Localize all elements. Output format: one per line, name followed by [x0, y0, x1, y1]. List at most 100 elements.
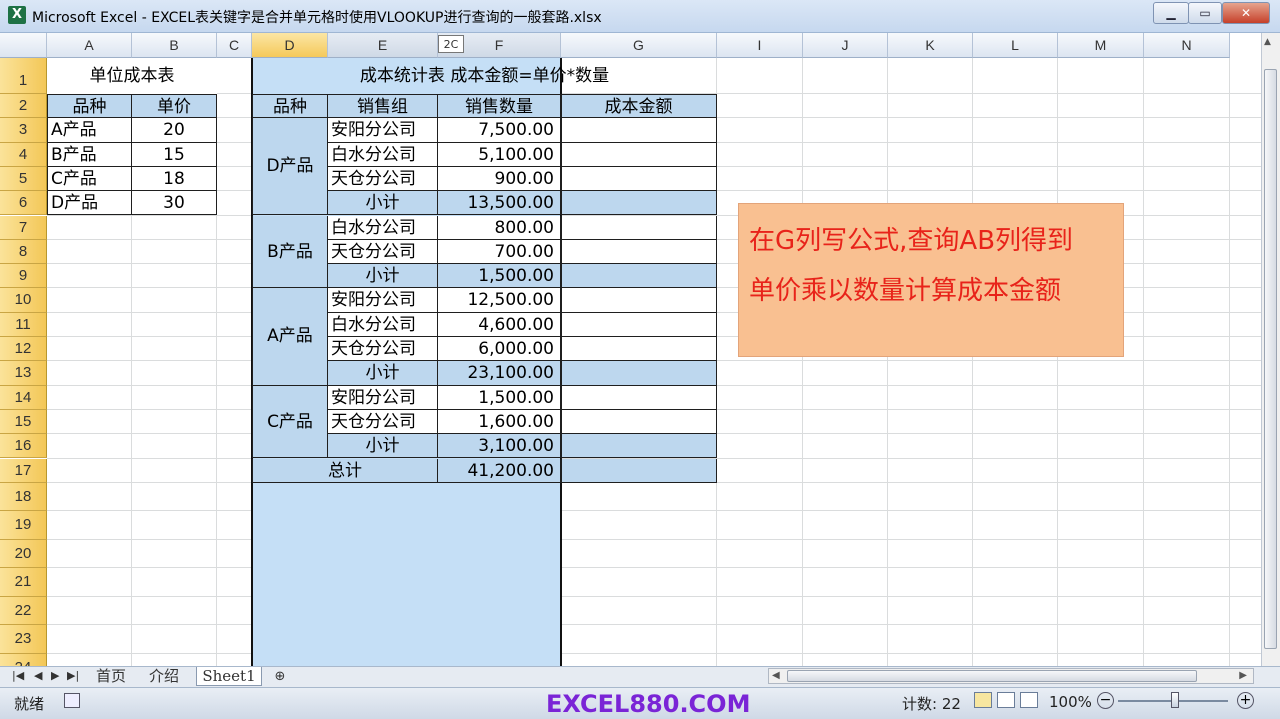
row-header-13[interactable]: 13 — [0, 361, 47, 386]
close-button[interactable]: ✕ — [1222, 2, 1270, 24]
column-header-n[interactable]: N — [1144, 33, 1230, 58]
row-header-3[interactable]: 3 — [0, 118, 47, 143]
column-header-i[interactable]: I — [717, 33, 803, 58]
row-header-15[interactable]: 15 — [0, 409, 47, 435]
subtotal-value[interactable]: 23,100.00 — [438, 361, 561, 386]
row-header-19[interactable]: 19 — [0, 511, 47, 540]
horizontal-scroll-thumb[interactable] — [787, 670, 1197, 682]
row-header-6[interactable]: 6 — [0, 191, 47, 216]
last-sheet-icon[interactable]: ▶| — [67, 669, 79, 682]
column-header-d[interactable]: D — [252, 33, 328, 58]
row-header-8[interactable]: 8 — [0, 239, 47, 265]
sales-qty-cell[interactable]: 900.00 — [438, 166, 561, 192]
row-header-14[interactable]: 14 — [0, 385, 47, 410]
cost-amount-cell[interactable] — [561, 288, 717, 313]
macro-record-icon[interactable] — [64, 693, 80, 708]
insert-sheet-icon[interactable]: ⊕ — [266, 667, 294, 686]
sales-group-cell[interactable]: 安阳分公司 — [328, 385, 438, 410]
sales-group-cell[interactable]: 天仓分公司 — [328, 239, 438, 265]
normal-view-icon[interactable] — [974, 692, 992, 708]
product-merged-cell[interactable]: A产品 — [252, 288, 328, 386]
row-header-22[interactable]: 22 — [0, 596, 47, 626]
column-header-c[interactable]: C — [217, 33, 252, 58]
unit-table-price[interactable]: 30 — [132, 191, 217, 216]
column-header-g[interactable]: G — [561, 33, 717, 58]
sales-group-cell[interactable]: 安阳分公司 — [328, 288, 438, 313]
scroll-left-icon[interactable]: ◀ — [772, 670, 780, 681]
tab-intro[interactable]: 介绍 — [138, 667, 190, 686]
total-value[interactable]: 41,200.00 — [438, 458, 561, 483]
column-header-b[interactable]: B — [132, 33, 217, 58]
sales-qty-cell[interactable]: 5,100.00 — [438, 142, 561, 167]
subtotal-value[interactable]: 13,500.00 — [438, 191, 561, 216]
row-header-23[interactable]: 23 — [0, 625, 47, 654]
row-header-1[interactable]: 1 — [0, 58, 47, 94]
sales-qty-cell[interactable]: 1,600.00 — [438, 409, 561, 435]
zoom-in-icon[interactable]: + — [1237, 692, 1254, 709]
horizontal-scrollbar[interactable]: ◀ ▶ — [768, 668, 1254, 684]
subtotal-cost-cell[interactable] — [561, 361, 717, 386]
cost-amount-cell[interactable] — [561, 142, 717, 167]
note-box[interactable]: 在G列写公式,查询AB列得到 单价乘以数量计算成本金额 — [738, 203, 1124, 357]
first-sheet-icon[interactable]: |◀ — [12, 669, 24, 682]
unit-table-product[interactable]: C产品 — [47, 166, 132, 192]
restore-button[interactable]: ▭ — [1188, 2, 1222, 24]
row-header-9[interactable]: 9 — [0, 264, 47, 289]
zoom-out-icon[interactable]: − — [1097, 692, 1114, 709]
sales-group-cell[interactable]: 白水分公司 — [328, 312, 438, 337]
sales-group-cell[interactable]: 白水分公司 — [328, 142, 438, 167]
cost-amount-cell[interactable] — [561, 409, 717, 435]
unit-table-product[interactable]: B产品 — [47, 142, 132, 167]
column-header-e[interactable]: E — [328, 33, 438, 58]
sales-qty-cell[interactable]: 1,500.00 — [438, 385, 561, 410]
column-header-k[interactable]: K — [888, 33, 973, 58]
tab-home[interactable]: 首页 — [86, 667, 136, 686]
unit-table-product[interactable]: D产品 — [47, 191, 132, 216]
page-layout-view-icon[interactable] — [997, 692, 1015, 708]
excel-app-icon[interactable]: X — [8, 6, 26, 24]
unit-table-price[interactable]: 20 — [132, 118, 217, 143]
sales-qty-cell[interactable]: 700.00 — [438, 239, 561, 265]
row-header-18[interactable]: 18 — [0, 482, 47, 512]
product-merged-cell[interactable]: C产品 — [252, 385, 328, 459]
zoom-level[interactable]: 100% — [1049, 693, 1092, 711]
row-header-2[interactable]: 2 — [0, 94, 47, 119]
sales-group-cell[interactable]: 天仓分公司 — [328, 166, 438, 192]
cost-amount-cell[interactable] — [561, 337, 717, 362]
vertical-scroll-thumb[interactable] — [1264, 69, 1277, 649]
zoom-slider-handle[interactable] — [1171, 692, 1179, 708]
row-header-20[interactable]: 20 — [0, 539, 47, 569]
sales-qty-cell[interactable]: 7,500.00 — [438, 118, 561, 143]
row-header-16[interactable]: 16 — [0, 434, 47, 459]
sales-group-cell[interactable]: 天仓分公司 — [328, 337, 438, 362]
cost-amount-cell[interactable] — [561, 118, 717, 143]
subtotal-cost-cell[interactable] — [561, 434, 717, 459]
column-header-a[interactable]: A — [47, 33, 132, 58]
row-header-4[interactable]: 4 — [0, 142, 47, 167]
sales-qty-cell[interactable]: 800.00 — [438, 215, 561, 240]
row-header-21[interactable]: 21 — [0, 568, 47, 597]
next-sheet-icon[interactable]: ▶ — [51, 669, 59, 682]
row-header-10[interactable]: 10 — [0, 288, 47, 313]
row-header-12[interactable]: 12 — [0, 337, 47, 362]
sales-qty-cell[interactable]: 6,000.00 — [438, 337, 561, 362]
minimize-button[interactable]: ▁ — [1153, 2, 1189, 24]
unit-table-product[interactable]: A产品 — [47, 118, 132, 143]
row-header-5[interactable]: 5 — [0, 166, 47, 192]
subtotal-value[interactable]: 3,100.00 — [438, 434, 561, 459]
tab-sheet1[interactable]: Sheet1 — [196, 667, 262, 686]
subtotal-value[interactable]: 1,500.00 — [438, 264, 561, 289]
unit-table-price[interactable]: 15 — [132, 142, 217, 167]
column-header-j[interactable]: J — [803, 33, 888, 58]
subtotal-cost-cell[interactable] — [561, 264, 717, 289]
product-merged-cell[interactable]: D产品 — [252, 118, 328, 216]
vertical-scrollbar[interactable]: ▲ — [1261, 33, 1280, 666]
subtotal-cost-cell[interactable] — [561, 191, 717, 216]
scroll-up-icon[interactable]: ▲ — [1264, 37, 1271, 47]
cost-amount-cell[interactable] — [561, 215, 717, 240]
total-cost-cell[interactable] — [561, 458, 717, 483]
product-merged-cell[interactable]: B产品 — [252, 215, 328, 289]
cost-amount-cell[interactable] — [561, 385, 717, 410]
row-header-11[interactable]: 11 — [0, 312, 47, 337]
row-header-17[interactable]: 17 — [0, 458, 47, 483]
